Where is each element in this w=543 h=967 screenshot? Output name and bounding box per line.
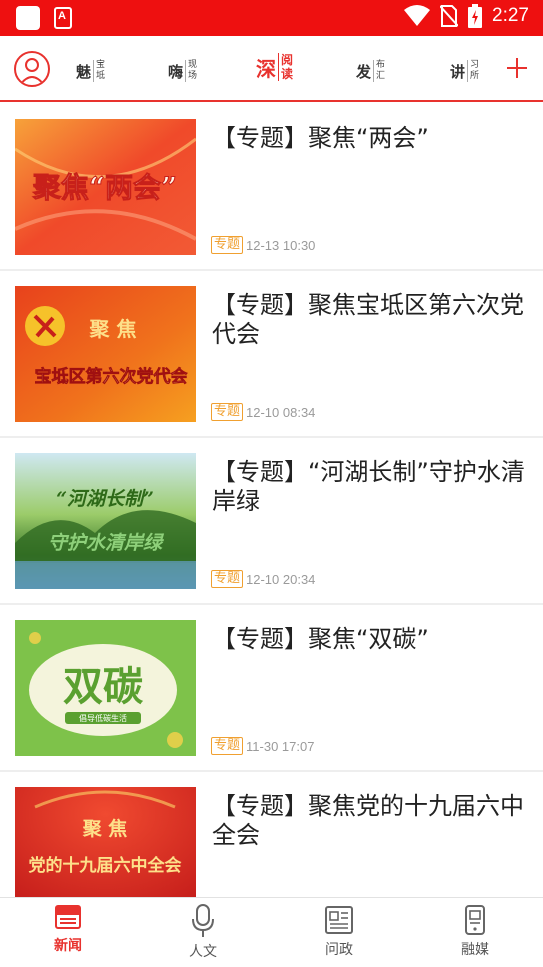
tab-meibaodi[interactable]: 魅 宝坻 bbox=[76, 56, 105, 86]
article-thumbnail: 双碳 倡导低碳生活 bbox=[15, 620, 196, 756]
tab-small-char: 读 bbox=[281, 67, 294, 81]
article-thumbnail: “河湖长制” 守护水清岸绿 bbox=[15, 453, 196, 589]
topic-badge: 专题 bbox=[211, 570, 244, 588]
thumbnail-subcaption: 倡导低碳生活 bbox=[79, 713, 127, 723]
topic-badge: 专题 bbox=[211, 403, 244, 421]
tab-label: 融媒 bbox=[461, 942, 489, 958]
tab-small-char: 习 bbox=[470, 60, 480, 70]
tab-small-char: 汇 bbox=[376, 71, 386, 81]
list-item[interactable]: 聚 焦 宝坻区第六次党代会 【专题】聚焦宝坻区第六次党代会 专题 12-10 0… bbox=[0, 271, 543, 438]
wifi-icon bbox=[404, 5, 431, 26]
thumbnail-caption: “河湖长制” bbox=[56, 488, 154, 510]
user-icon bbox=[19, 58, 45, 85]
tab-haixianchang[interactable]: 嗨 现场 bbox=[168, 56, 197, 86]
thumbnail-caption: 双碳 bbox=[63, 664, 144, 710]
tab-small-char: 坻 bbox=[96, 71, 106, 81]
avatar-button[interactable] bbox=[14, 51, 50, 87]
top-nav: 魅 宝坻 嗨 现场 深 阅读 发 布汇 讲 习所 bbox=[0, 36, 543, 102]
battery-charging-icon bbox=[468, 4, 483, 28]
tab-big-char: 深 bbox=[256, 56, 276, 81]
article-thumbnail: 聚焦“两会” bbox=[15, 119, 196, 255]
article-meta: 专题 12-10 08:34 bbox=[211, 403, 315, 421]
article-time: 12-10 20:34 bbox=[246, 571, 316, 587]
status-bar: A 2:27 bbox=[0, 0, 543, 36]
tab-small-char: 现 bbox=[188, 60, 198, 70]
tab-jiangxisuo[interactable]: 讲 习所 bbox=[450, 56, 479, 86]
article-title: 【专题】聚焦党的十九届六中全会 bbox=[212, 792, 524, 849]
add-channel-icon[interactable] bbox=[507, 58, 527, 78]
status-time: 2:27 bbox=[492, 5, 529, 26]
thumbnail-caption: 聚焦“两会” bbox=[32, 171, 177, 204]
tab-small-char: 阅 bbox=[281, 53, 294, 67]
microphone-icon bbox=[192, 904, 214, 937]
tab-small-char: 场 bbox=[188, 71, 198, 81]
article-title: 【专题】聚焦“两会” bbox=[212, 124, 429, 152]
tab-shenyuedu[interactable]: 深 阅读 bbox=[256, 52, 293, 82]
thumbnail-caption: 聚 焦 bbox=[82, 817, 128, 840]
thumbnail-caption: 聚 焦 bbox=[89, 317, 137, 341]
article-list: 聚焦“两会” 【专题】聚焦“两会” 专题 12-13 10:30 聚 焦 宝坻区… bbox=[0, 104, 543, 897]
tab-big-char: 嗨 bbox=[168, 62, 184, 81]
list-item[interactable]: 聚 焦 党的十九届六中全会 【专题】聚焦党的十九届六中全会 bbox=[0, 772, 543, 897]
topic-badge: 专题 bbox=[211, 236, 244, 254]
bottom-tab-bar: 新闻 人文 问政 融媒 bbox=[0, 897, 543, 967]
article-thumbnail: 聚 焦 党的十九届六中全会 bbox=[15, 787, 196, 897]
newspaper-icon bbox=[325, 906, 353, 934]
list-item[interactable]: “河湖长制” 守护水清岸绿 【专题】“河湖长制”守护水清岸绿 专题 12-10 … bbox=[0, 438, 543, 605]
thumbnail-caption: 宝坻区第六次党代会 bbox=[35, 366, 188, 387]
app-root: A 2:27 魅 宝 坻 嗨 现 场 深 阅 读 发 布 汇 讲 习 所 聚焦“… bbox=[0, 0, 543, 967]
list-item[interactable]: 双碳 倡导低碳生活 【专题】聚焦“双碳” 专题 11-30 17:07 bbox=[0, 605, 543, 772]
article-title: 【专题】聚焦宝坻区第六次党代会 bbox=[212, 291, 524, 348]
list-item[interactable]: 聚焦“两会” 【专题】聚焦“两会” 专题 12-13 10:30 bbox=[0, 104, 543, 271]
tab-small-char: 所 bbox=[470, 71, 480, 81]
article-time: 11-30 17:07 bbox=[246, 738, 315, 754]
app-notification-icon: A bbox=[54, 7, 72, 29]
media-icon bbox=[465, 905, 485, 935]
article-meta: 专题 12-10 20:34 bbox=[211, 570, 315, 588]
tab-label: 人文 bbox=[189, 944, 217, 960]
notification-icon bbox=[16, 6, 40, 30]
tab-big-char: 发 bbox=[356, 62, 372, 81]
tab-big-char: 讲 bbox=[450, 62, 466, 81]
tab-big-char: 魅 bbox=[76, 62, 92, 81]
app-icon-letter: A bbox=[58, 10, 66, 22]
article-time: 12-10 08:34 bbox=[246, 404, 316, 420]
tab-small-char: 宝 bbox=[96, 60, 106, 70]
thumbnail-caption: 守护水清岸绿 bbox=[48, 532, 165, 554]
article-thumbnail: 聚 焦 宝坻区第六次党代会 bbox=[15, 286, 196, 422]
news-icon bbox=[55, 905, 81, 929]
tab-label: 新闻 bbox=[54, 938, 82, 954]
tab-news[interactable]: 新闻 bbox=[28, 904, 108, 964]
article-title: 【专题】聚焦“双碳” bbox=[212, 625, 429, 653]
tab-politics[interactable]: 问政 bbox=[299, 904, 379, 964]
article-meta: 专题 12-13 10:30 bbox=[211, 236, 315, 254]
tab-label: 问政 bbox=[325, 942, 353, 958]
tab-media[interactable]: 融媒 bbox=[435, 904, 515, 964]
article-meta: 专题 11-30 17:07 bbox=[211, 737, 314, 755]
tab-fabuhui[interactable]: 发 布汇 bbox=[356, 56, 385, 86]
topic-badge: 专题 bbox=[211, 737, 244, 755]
thumbnail-caption: 党的十九届六中全会 bbox=[29, 855, 182, 876]
no-sim-icon bbox=[440, 5, 459, 27]
tab-culture[interactable]: 人文 bbox=[163, 904, 243, 964]
tab-small-char: 布 bbox=[376, 60, 386, 70]
article-title: 【专题】“河湖长制”守护水清岸绿 bbox=[212, 458, 525, 515]
article-time: 12-13 10:30 bbox=[246, 237, 316, 253]
